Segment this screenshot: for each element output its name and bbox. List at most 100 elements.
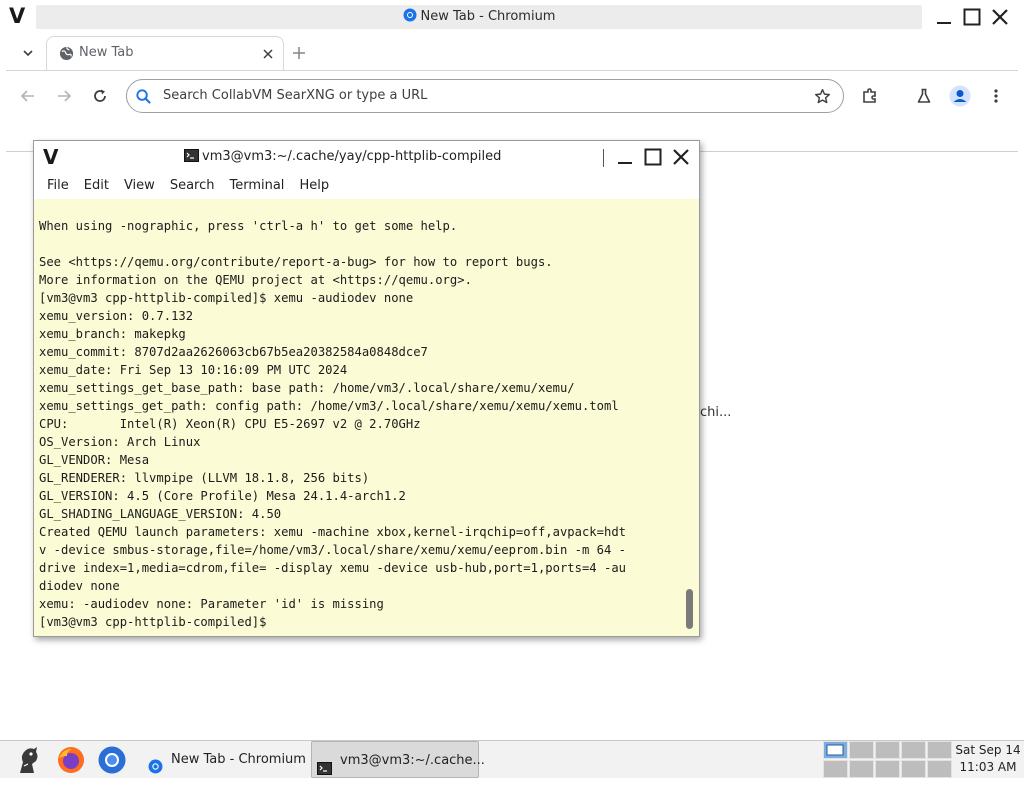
taskbar: New Tab - Chromium vm3@vm3:~/.cache... S…: [0, 740, 1024, 778]
new-tab-button[interactable]: [288, 42, 310, 64]
tab-label: New Tab: [79, 45, 134, 60]
terminal-line: GL_VENDOR: Mesa: [39, 453, 150, 467]
minimize-icon: [618, 162, 632, 164]
terminal-line: GL_SHADING_LANGUAGE_VERSION: 4.50: [39, 507, 282, 521]
browser-toolbar: [6, 70, 1018, 120]
workspace-4[interactable]: [901, 741, 926, 759]
terminal-line: xemu_date: Fri Sep 13 10:16:09 PM UTC 20…: [39, 363, 348, 377]
omnibox[interactable]: [126, 79, 844, 113]
clock[interactable]: Sat Sep 14 11:03 AM: [955, 742, 1021, 776]
menu-view[interactable]: View: [124, 173, 155, 199]
terminal-line: When using -nographic, press 'ctrl-a h' …: [39, 219, 458, 233]
arrow-right-icon: [58, 90, 72, 102]
minimize-button[interactable]: [930, 5, 958, 29]
terminal-line: xemu_branch: makepkg: [39, 327, 186, 341]
avatar-icon: [949, 85, 971, 107]
workspace-8[interactable]: [875, 760, 900, 778]
terminal-line: xemu: -audiodev none: Parameter 'id' is …: [39, 597, 384, 611]
plus-icon: [293, 47, 305, 59]
reload-button[interactable]: [88, 84, 112, 108]
terminal-line: v -device smbus-storage,file=/home/vm3/.…: [39, 543, 626, 557]
terminal-output[interactable]: When using -nographic, press 'ctrl-a h' …: [34, 199, 681, 636]
arrow-left-icon: [20, 90, 34, 102]
labs-button[interactable]: [912, 84, 936, 108]
browser-titlebar[interactable]: V New Tab - Chromium: [0, 0, 1024, 34]
wm-menu-icon[interactable]: V: [43, 145, 58, 169]
terminal-titlebar[interactable]: V vm3@vm3:~/.cache/yay/cpp-httplib-compi…: [34, 141, 699, 173]
menu-file[interactable]: File: [47, 173, 69, 199]
terminal-window[interactable]: V vm3@vm3:~/.cache/yay/cpp-httplib-compi…: [33, 140, 700, 637]
workspace-6[interactable]: [823, 760, 848, 778]
terminal-line: CPU: Intel(R) Xeon(R) CPU E5-2697 v2 @ 2…: [39, 417, 421, 431]
maximize-icon: [963, 8, 981, 26]
chromium-icon: [403, 7, 417, 31]
terminal-line: OS_Version: Arch Linux: [39, 435, 201, 449]
menu-help[interactable]: Help: [299, 173, 329, 199]
terminal-window-controls: [611, 145, 695, 169]
workspace-9[interactable]: [901, 760, 926, 778]
clock-time: 11:03 AM: [959, 760, 1017, 774]
search-icon: [135, 88, 152, 109]
terminal-line: [vm3@vm3 cpp-httplib-compiled]$ xemu -au…: [39, 291, 414, 305]
profile-button[interactable]: [948, 84, 972, 108]
task-label: New Tab - Chromium: [171, 752, 306, 767]
terminal-line: GL_RENDERER: llvmpipe (LLVM 18.1.8, 256 …: [39, 471, 370, 485]
terminal-close-button[interactable]: [667, 145, 695, 169]
terminal-line: More information on the QEMU project at …: [39, 273, 472, 287]
browser-window-controls: [930, 5, 1014, 29]
terminal-menubar: File Edit View Search Terminal Help: [34, 173, 699, 199]
terminal-icon: [184, 143, 199, 175]
bookmark-star-icon[interactable]: [814, 88, 831, 109]
forward-button[interactable]: [52, 84, 76, 108]
extensions-button[interactable]: [858, 84, 882, 108]
task-label: vm3@vm3:~/.cache...: [340, 753, 485, 768]
chevron-down-icon: [23, 50, 33, 57]
chromium-launcher-icon[interactable]: [96, 744, 128, 776]
workspace-3[interactable]: [875, 741, 900, 759]
workspace-2[interactable]: [849, 741, 874, 759]
terminal-minimize-button[interactable]: [611, 145, 639, 169]
back-button[interactable]: [16, 84, 40, 108]
firefox-icon[interactable]: [55, 744, 87, 776]
tab-new-tab[interactable]: New Tab: [46, 36, 284, 70]
terminal-title-text: vm3@vm3:~/.cache/yay/cpp-httplib-compile…: [202, 149, 502, 164]
maximize-icon: [644, 148, 662, 166]
workspace-7[interactable]: [849, 760, 874, 778]
wm-menu-icon[interactable]: V: [9, 4, 25, 28]
titlebar-separator: [603, 149, 604, 167]
maximize-button[interactable]: [958, 5, 986, 29]
browser-title-text: New Tab - Chromium: [420, 9, 556, 24]
workspace-window-icon: [826, 744, 844, 756]
browser-title: New Tab - Chromium: [36, 5, 922, 31]
puzzle-icon: [863, 88, 876, 103]
workspace-10[interactable]: [927, 760, 952, 778]
task-chromium[interactable]: New Tab - Chromium: [144, 741, 306, 778]
app-menu-icon[interactable]: [12, 744, 44, 776]
reload-icon: [94, 89, 106, 102]
menu-terminal[interactable]: Terminal: [229, 173, 284, 199]
terminal-scrollbar[interactable]: [681, 199, 699, 636]
workspace-5[interactable]: [927, 741, 952, 759]
menu-edit[interactable]: Edit: [84, 173, 109, 199]
workspace-1[interactable]: [823, 741, 848, 759]
clock-date: Sat Sep 14: [955, 743, 1021, 757]
menu-button[interactable]: [984, 84, 1008, 108]
close-icon: [673, 149, 689, 165]
terminal-maximize-button[interactable]: [639, 145, 667, 169]
close-button[interactable]: [986, 5, 1014, 29]
terminal-line: See <https://qemu.org/contribute/report-…: [39, 255, 553, 269]
title-strip[interactable]: New Tab - Chromium: [36, 5, 922, 29]
task-terminal[interactable]: vm3@vm3:~/.cache...: [311, 741, 485, 778]
omnibox-input[interactable]: [163, 80, 763, 112]
minimize-icon: [937, 22, 951, 24]
terminal-prompt-line: [vm3@vm3 cpp-httplib-compiled]$: [39, 615, 274, 629]
globe-icon: [59, 46, 74, 65]
workspace-pager[interactable]: [823, 741, 952, 778]
terminal-line: xemu_version: 0.7.132: [39, 309, 194, 323]
tab-close-icon[interactable]: [261, 46, 275, 65]
tab-search-button[interactable]: [16, 42, 40, 64]
menu-search[interactable]: Search: [170, 173, 215, 199]
terminal-title: vm3@vm3:~/.cache/yay/cpp-httplib-compile…: [184, 141, 501, 175]
scrollbar-thumb[interactable]: [686, 589, 693, 629]
